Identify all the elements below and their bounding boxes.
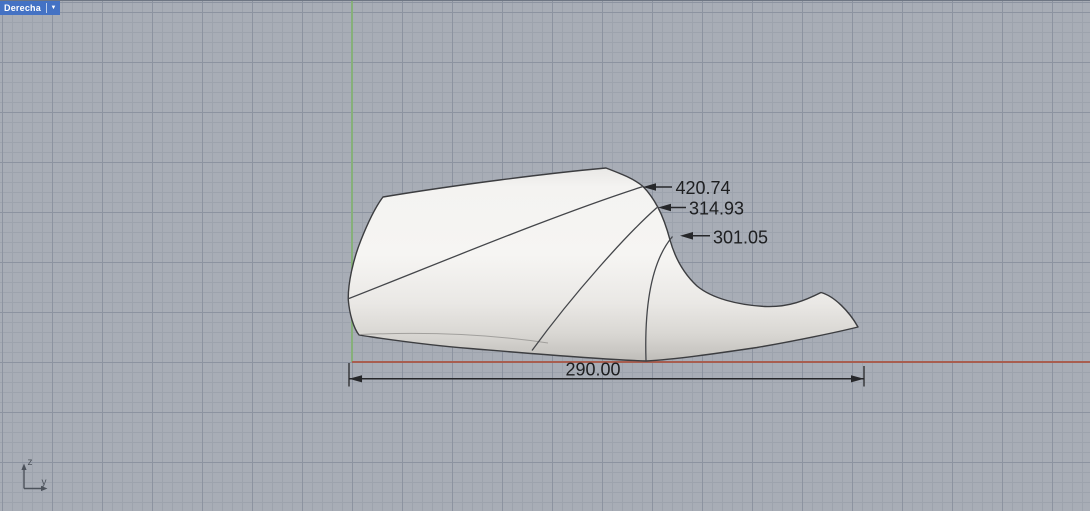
dimension-value[interactable]: 420.74 xyxy=(676,178,731,198)
viewport-title[interactable]: Derecha xyxy=(0,3,46,14)
linear-dimension-length[interactable]: 290.00 xyxy=(349,360,864,387)
gizmo-z-arrow-icon xyxy=(21,464,26,471)
leader-dimension-instep-girth[interactable]: 314.93 xyxy=(658,199,744,219)
gizmo-y-label: y xyxy=(42,477,47,488)
leader-arrow-icon xyxy=(680,232,693,240)
gizmo-z-label: z xyxy=(28,457,33,468)
viewport-canvas[interactable]: 420.74 314.93 301.05 290.00 xyxy=(0,1,1090,511)
dimension-arrow-icon xyxy=(349,375,362,382)
leader-dimension-toe-girth[interactable]: 301.05 xyxy=(680,228,768,248)
shoe-last-body[interactable] xyxy=(348,168,858,361)
dimension-arrow-icon xyxy=(851,375,864,382)
cad-viewport[interactable]: 420.74 314.93 301.05 290.00 xyxy=(0,0,1090,511)
dimension-value[interactable]: 301.05 xyxy=(713,228,768,248)
dimension-value[interactable]: 290.00 xyxy=(565,360,620,380)
axis-gizmo: z y xyxy=(21,457,47,491)
viewport-menu-chevron-icon[interactable]: ▼ xyxy=(47,1,60,15)
dimension-value[interactable]: 314.93 xyxy=(689,199,744,219)
viewport-title-button[interactable]: Derecha ▼ xyxy=(0,1,60,15)
shoe-last-model[interactable] xyxy=(348,168,858,361)
leader-dimension-heel-girth[interactable]: 420.74 xyxy=(643,178,731,198)
